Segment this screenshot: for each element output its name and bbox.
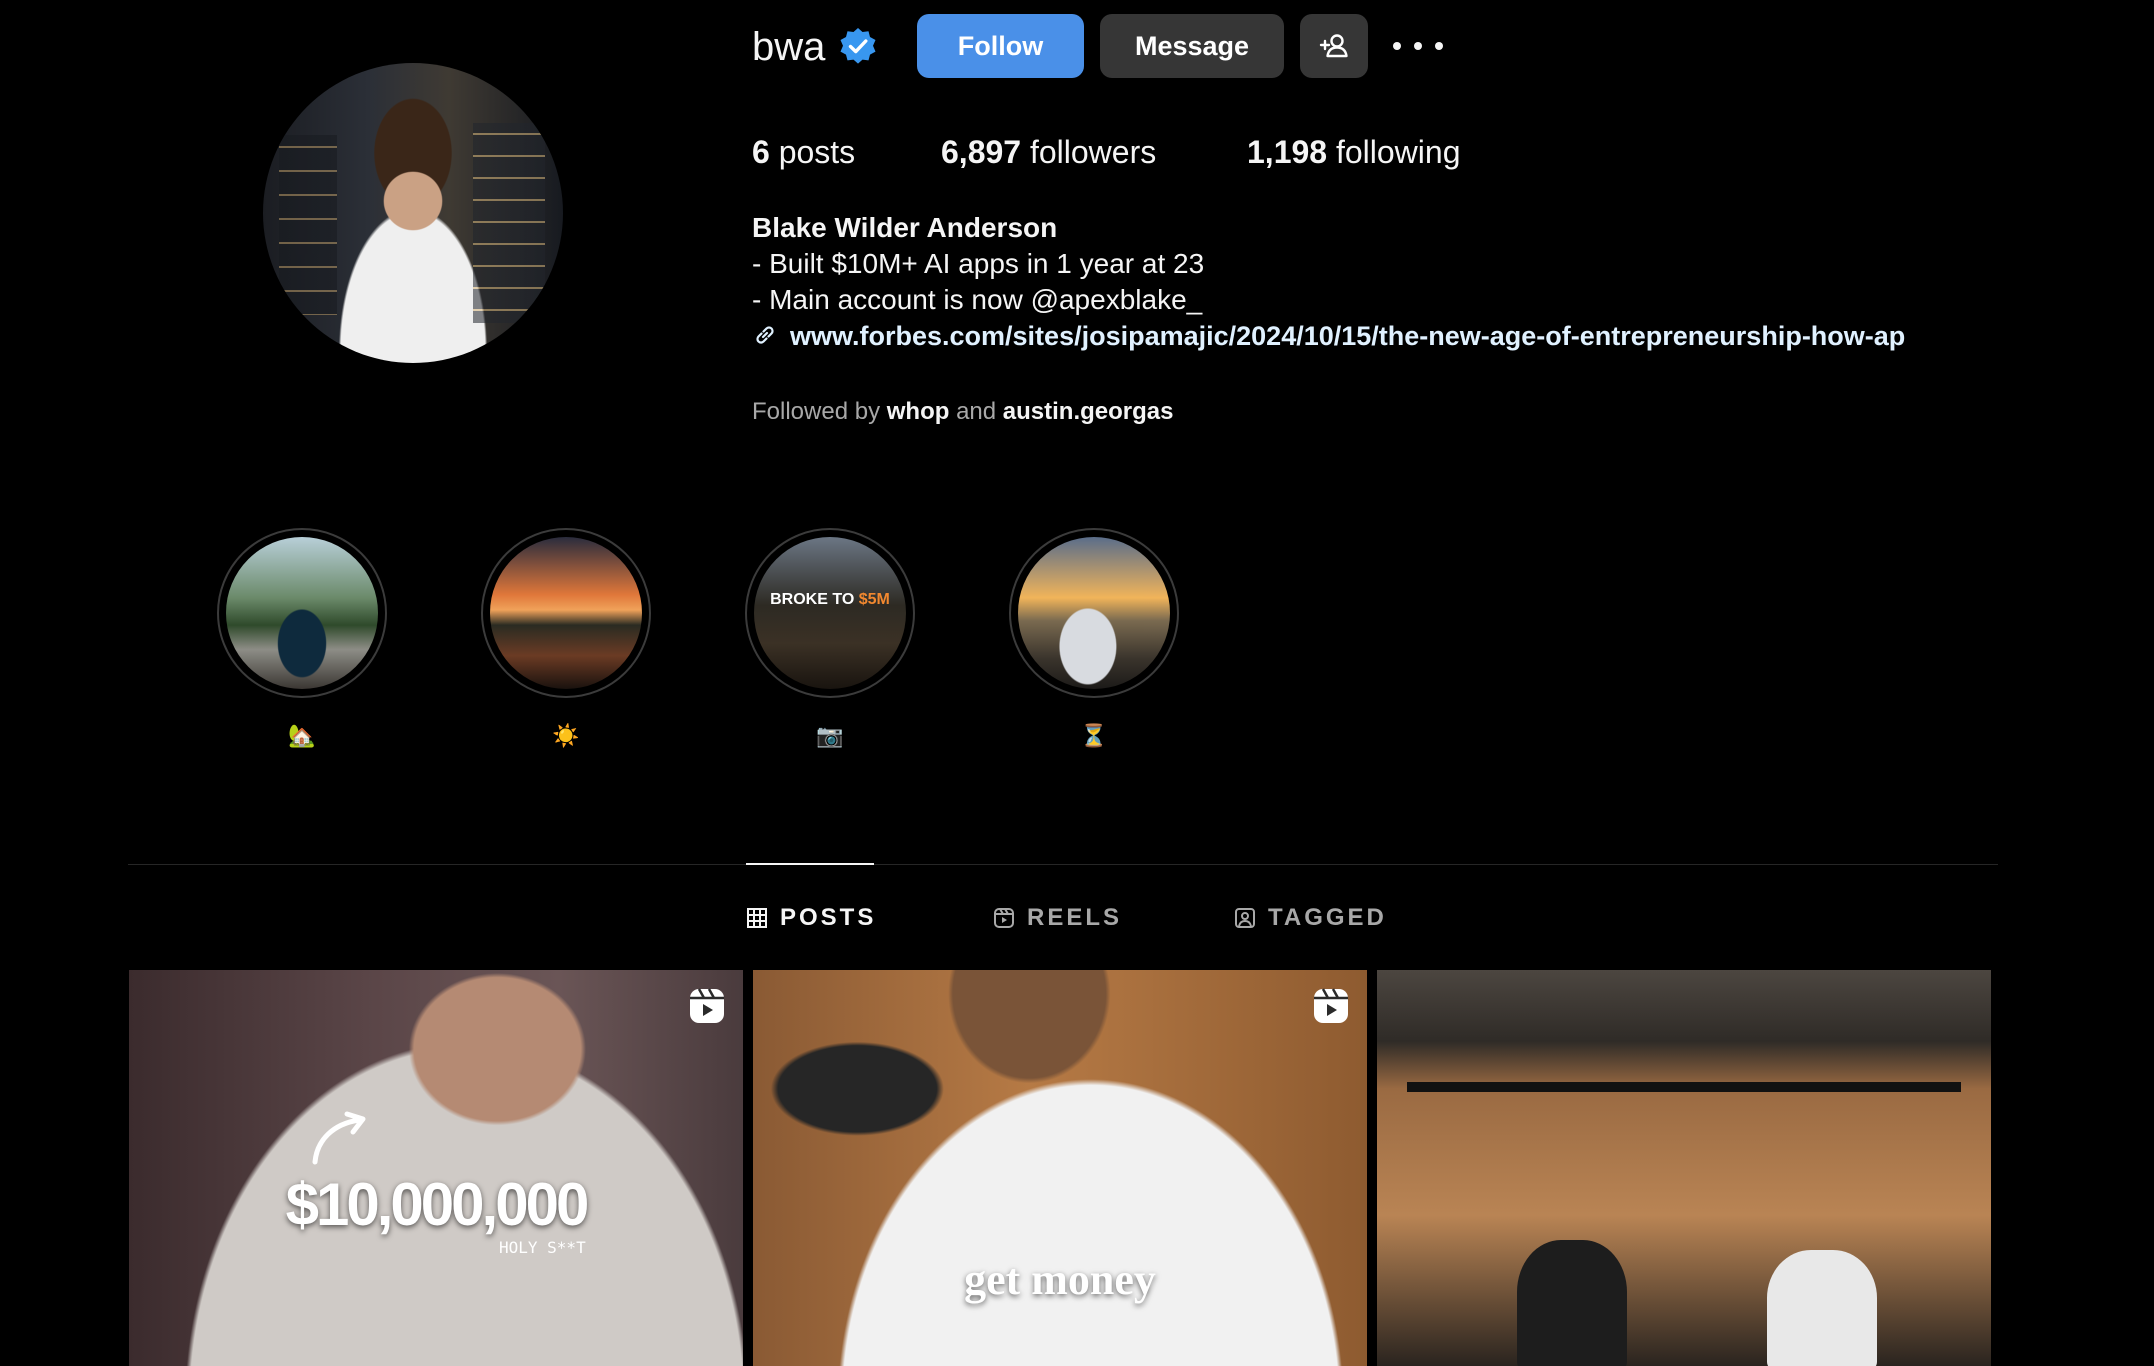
highlight-cover-text: BROKE TO $5M	[770, 591, 890, 608]
highlight-cover-image	[226, 537, 378, 689]
highlight-label: 📷	[816, 723, 844, 748]
highlight-item[interactable]	[217, 528, 387, 698]
curved-arrow-icon	[312, 1111, 366, 1165]
highlight-label: 🏡	[288, 723, 316, 748]
tagged-icon	[1235, 908, 1255, 928]
post-thumbnail[interactable]: $10,000,000 HOLY S**T	[129, 970, 743, 1366]
following-count[interactable]: 1,198 following	[1247, 130, 1460, 174]
followed-by-user[interactable]: whop	[887, 398, 950, 425]
bio-line: - Built $10M+ AI apps in 1 year at 23	[752, 248, 1205, 279]
highlight-cover-image	[1018, 537, 1170, 689]
post-person	[1767, 1250, 1877, 1366]
suggested-users-button[interactable]	[1300, 14, 1368, 78]
message-button[interactable]: Message	[1100, 14, 1284, 78]
highlight-cover-image	[490, 537, 642, 689]
highlight-item[interactable]	[1009, 528, 1179, 698]
bio-line: - Main account is now @apexblake_	[752, 284, 1203, 315]
post-caption: get money	[964, 1255, 1156, 1304]
post-caption: $10,000,000	[285, 1171, 590, 1238]
reels-icon	[994, 908, 1014, 928]
verified-badge-icon	[840, 28, 876, 64]
reel-badge-icon	[1314, 988, 1348, 1023]
profile-full-name: Blake Wilder Anderson	[752, 212, 1058, 243]
highlight-label: ☀️	[552, 723, 580, 748]
highlight-item[interactable]: BROKE TO $5M	[745, 528, 915, 698]
followers-count[interactable]: 6,897 followers	[941, 130, 1156, 174]
follow-button[interactable]: Follow	[917, 14, 1084, 78]
highlight-label: ⏳	[1080, 723, 1108, 748]
post-thumbnail[interactable]: get money	[753, 970, 1367, 1366]
followed-by-text: Followed by whop and austin.georgas	[752, 398, 1174, 425]
tab-tagged[interactable]: TAGGED	[1234, 900, 1387, 936]
more-options-icon[interactable]	[1393, 26, 1443, 66]
studio-light-bar	[1407, 1082, 1961, 1092]
profile-username: bwa	[752, 25, 826, 69]
post-thumbnail[interactable]	[1377, 970, 1991, 1366]
add-user-icon	[1319, 34, 1348, 58]
posts-count: 6 posts	[752, 134, 856, 170]
post-person	[1517, 1240, 1627, 1366]
tab-reels[interactable]: REELS	[993, 900, 1122, 936]
reel-badge-icon	[690, 988, 724, 1023]
highlight-item[interactable]	[481, 528, 651, 698]
active-tab-indicator	[746, 863, 874, 865]
link-icon	[756, 326, 774, 344]
post-subcaption: HOLY S**T	[499, 1238, 586, 1257]
highlight-cover-image: BROKE TO $5M	[754, 537, 906, 689]
grid-icon	[747, 908, 767, 928]
tab-posts[interactable]: POSTS	[746, 900, 876, 936]
followed-by-user[interactable]: austin.georgas	[1003, 398, 1174, 425]
tabs-divider	[128, 864, 1998, 865]
profile-avatar[interactable]	[263, 63, 563, 363]
bio-external-link[interactable]: www.forbes.com/sites/josipamajic/2024/10…	[790, 318, 1905, 354]
